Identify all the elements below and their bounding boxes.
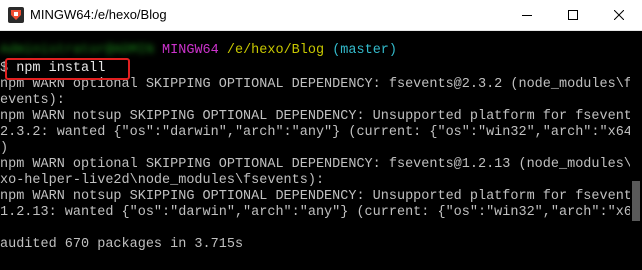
terminal-window: MINGW64:/e/hexo/Blog Administrator@ADMIN… (0, 0, 642, 270)
close-icon (614, 10, 624, 20)
maximize-button[interactable] (550, 0, 596, 30)
output-line: 2.3.2: wanted {"os":"darwin","arch":"any… (0, 125, 630, 140)
prompt-user-host: Administrator@ADMIN (0, 43, 154, 58)
output-line: xo-helper-live2d\node_modules\fsevents): (0, 173, 325, 188)
minimize-icon (522, 15, 532, 16)
scrollbar-thumb[interactable] (632, 181, 640, 221)
mingw-app-icon[interactable] (8, 7, 24, 23)
minimize-button[interactable] (504, 0, 550, 30)
maximize-icon (568, 10, 578, 20)
output-line: audited 670 packages in 3.715s (0, 237, 244, 252)
close-button[interactable] (596, 0, 642, 30)
output-line: ) (0, 141, 9, 156)
output-line: events): (0, 93, 65, 108)
output-line: 1.2.13: wanted {"os":"darwin","arch":"an… (0, 205, 630, 220)
window-title: MINGW64:/e/hexo/Blog (30, 7, 167, 22)
prompt-path: /e/hexo/Blog (226, 43, 325, 58)
prompt-line: Administrator@ADMIN MINGW64 /e/hexo/Blog… (0, 43, 397, 59)
output-line: npm WARN notsup SKIPPING OPTIONAL DEPEND… (0, 109, 630, 124)
title-bar[interactable]: MINGW64:/e/hexo/Blog (0, 0, 642, 31)
output-line: npm WARN notsup SKIPPING OPTIONAL DEPEND… (0, 189, 630, 204)
prompt-system: MINGW64 (162, 43, 219, 58)
vertical-scrollbar[interactable] (630, 31, 642, 270)
command-highlight-annotation (5, 58, 130, 80)
prompt-branch: (master) (332, 43, 398, 58)
output-line: npm WARN optional SKIPPING OPTIONAL DEPE… (0, 157, 630, 172)
